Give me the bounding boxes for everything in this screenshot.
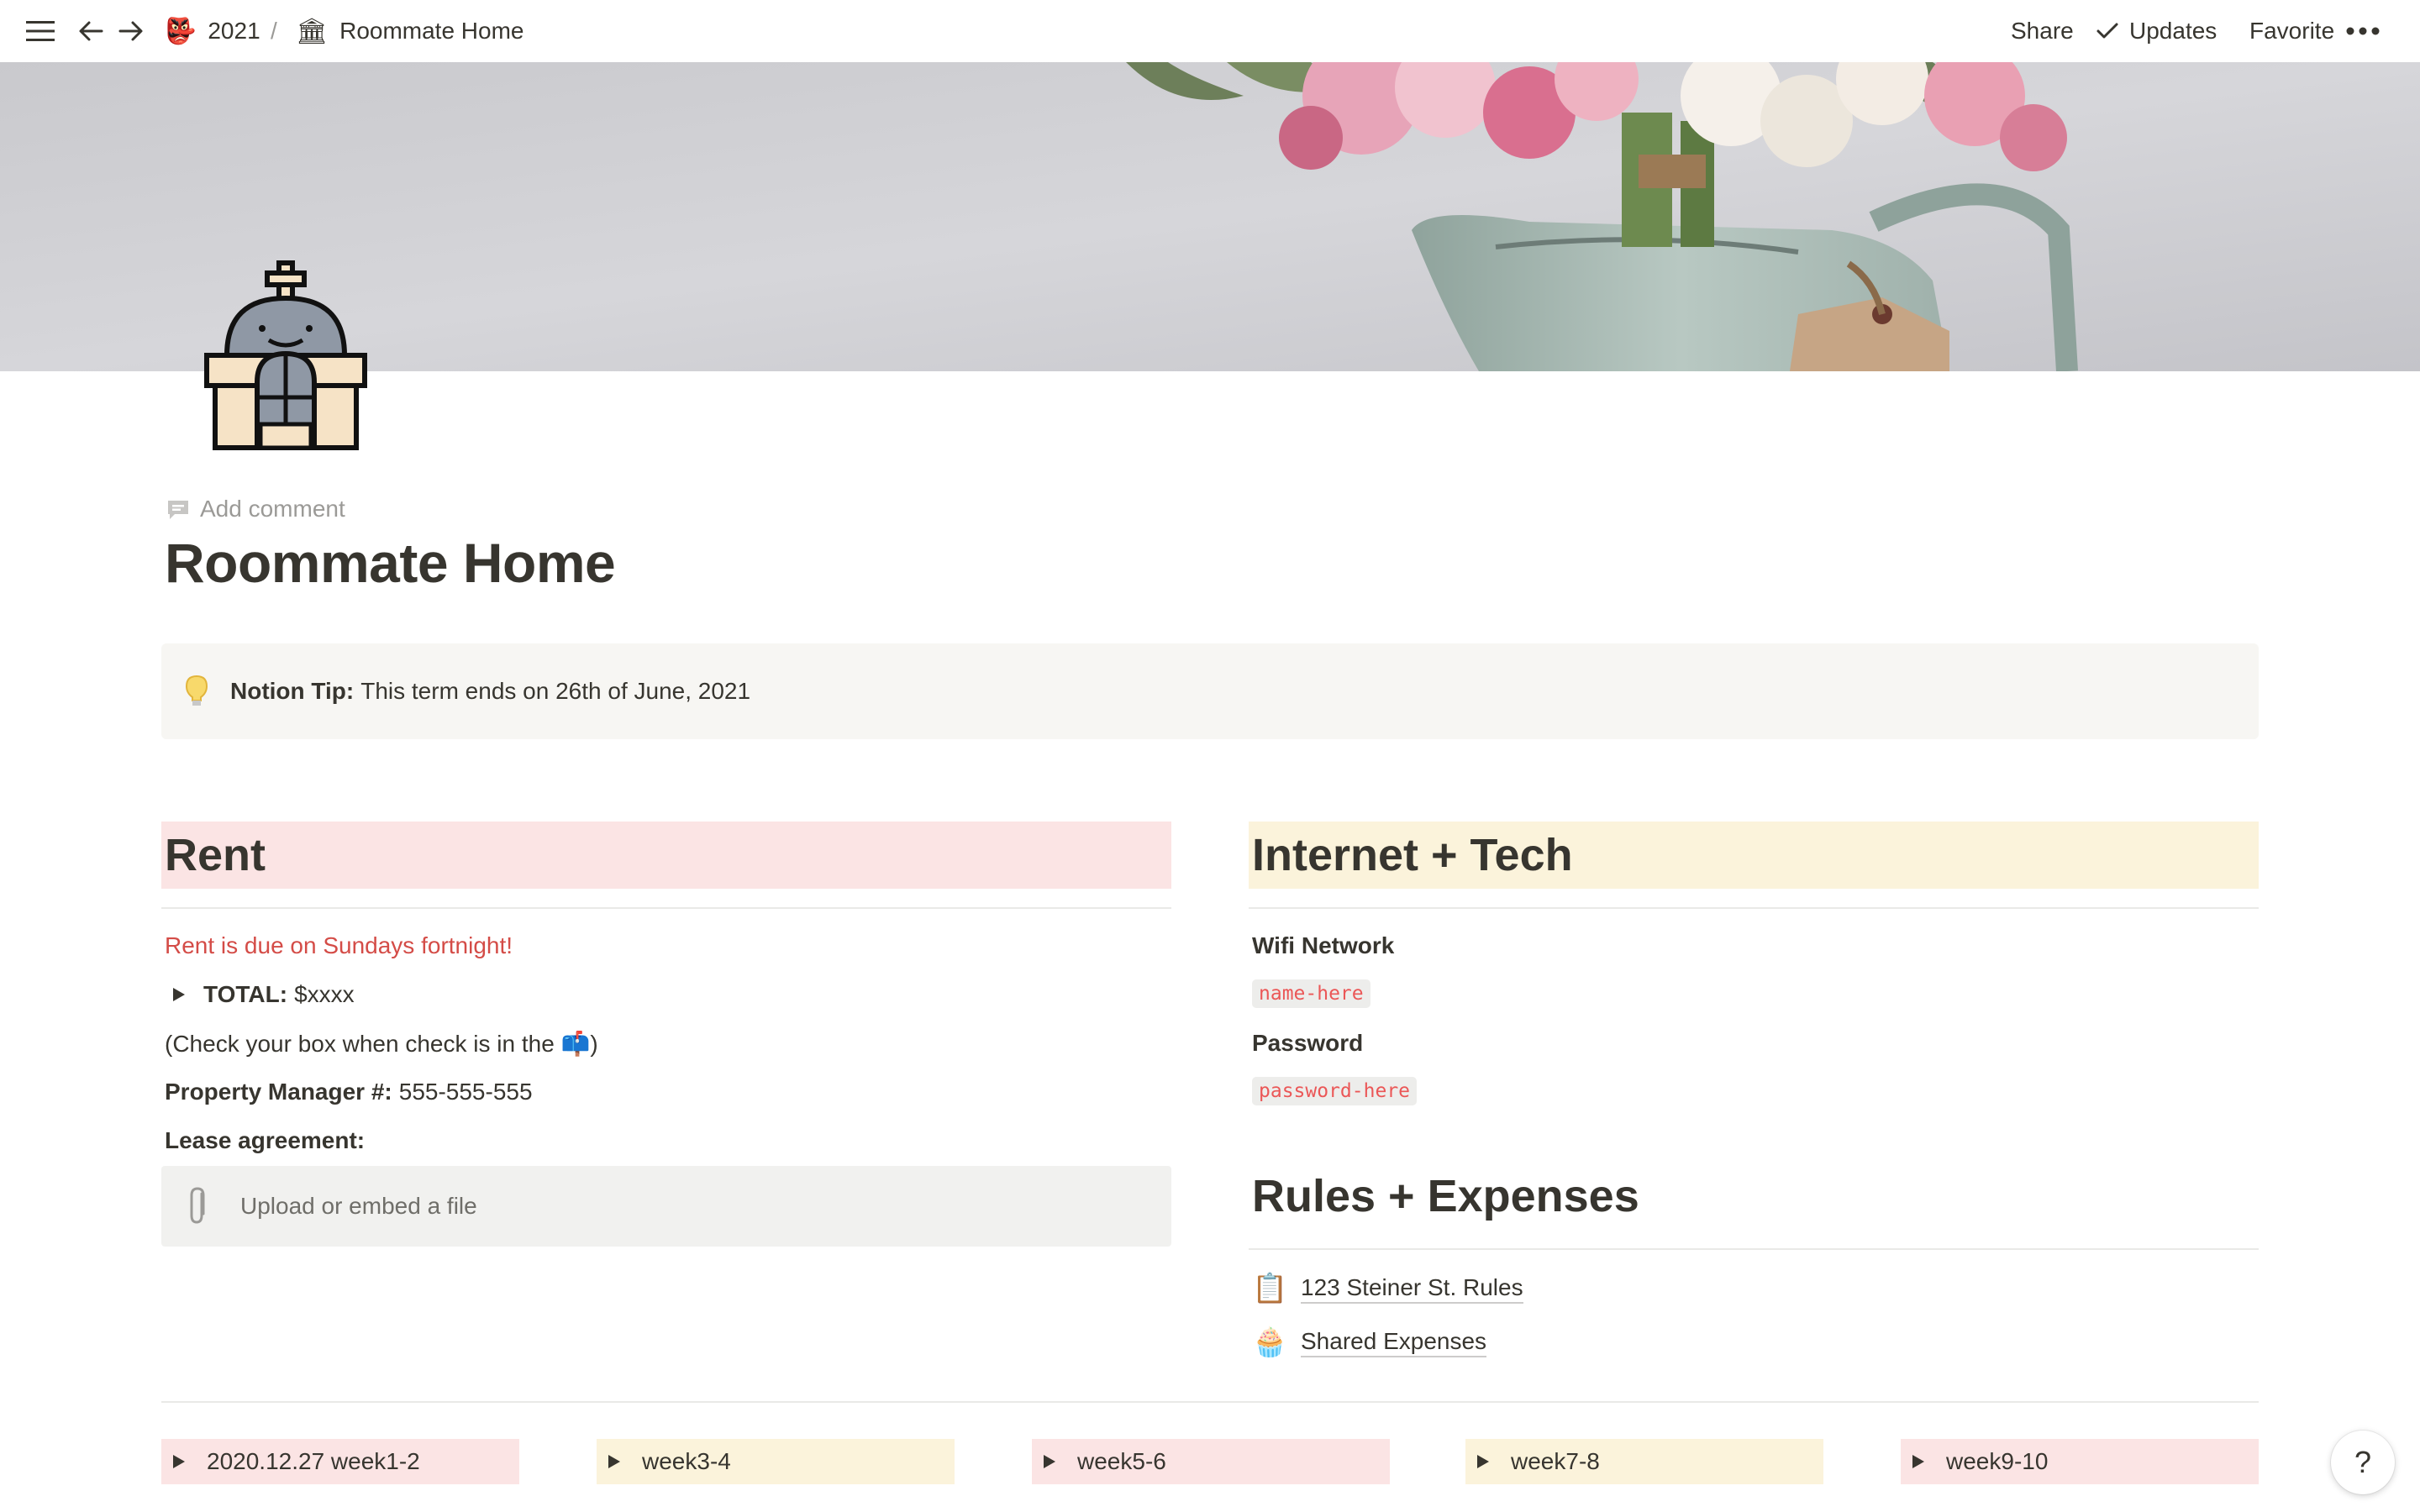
week-label: week3-4	[642, 1448, 731, 1474]
page-title[interactable]: Roommate Home	[165, 531, 616, 595]
wifi-network-label[interactable]: Wifi Network	[1252, 929, 1401, 963]
lease-label-text: Lease agreement:	[165, 1127, 366, 1153]
upload-file-block[interactable]: Upload or embed a file	[161, 1166, 1171, 1247]
internet-divider	[1249, 907, 2259, 909]
week-label: week9-10	[1946, 1448, 2049, 1474]
check-note[interactable]: (Check your box when check is in the 📫)	[165, 1026, 598, 1060]
top-bar: 👺 2021 / 🏛 Roommate Home Share Updates F…	[0, 0, 2420, 62]
password-label-text: Password	[1252, 1030, 1364, 1056]
internet-heading[interactable]: Internet + Tech	[1249, 822, 2259, 889]
updates-label: Updates	[2129, 18, 2217, 44]
updates-button[interactable]: Updates	[2096, 0, 2217, 62]
week-label: week5-6	[1077, 1448, 1166, 1474]
weeks-divider	[161, 1401, 2259, 1403]
week-toggle-5[interactable]: week9-10	[1901, 1439, 2259, 1484]
wifi-label-text: Wifi Network	[1252, 932, 1395, 958]
property-manager-value: 555-555-555	[398, 1079, 533, 1105]
add-comment-label: Add comment	[200, 496, 345, 522]
back-arrow-icon[interactable]	[74, 14, 108, 48]
clipboard-icon: 📋	[1252, 1273, 1288, 1305]
week-toggle-2[interactable]: week3-4	[597, 1439, 955, 1484]
add-comment-button[interactable]: Add comment	[165, 494, 345, 524]
breadcrumb-item-roommate-home[interactable]: 🏛 Roommate Home	[296, 0, 524, 62]
property-manager-line[interactable]: Property Manager #: 555-555-555	[165, 1075, 533, 1109]
week-toggle-4[interactable]: week7-8	[1465, 1439, 1823, 1484]
toggle-triangle-icon[interactable]	[173, 988, 185, 1001]
toggle-triangle-icon[interactable]	[1044, 1455, 1055, 1468]
toggle-triangle-icon[interactable]	[1912, 1455, 1924, 1468]
page-link-steiner-rules[interactable]: 📋 123 Steiner St. Rules	[1252, 1270, 1523, 1307]
help-button[interactable]: ?	[2331, 1431, 2395, 1494]
favorite-button[interactable]: Favorite	[2249, 0, 2334, 62]
rules-expenses-heading[interactable]: Rules + Expenses	[1252, 1163, 1639, 1230]
lightbulb-icon	[185, 675, 208, 706]
sidebar-menu-icon[interactable]	[24, 14, 57, 48]
callout-text: This term ends on 26th of June, 2021	[360, 678, 751, 704]
rent-divider	[161, 907, 1171, 909]
breadcrumb-separator: /	[271, 18, 277, 44]
rent-due-note[interactable]: Rent is due on Sundays fortnight!	[165, 929, 513, 963]
more-dots-icon	[2346, 27, 2380, 35]
total-value: $xxxx	[294, 981, 355, 1007]
page-link-label: 123 Steiner St. Rules	[1301, 1273, 1523, 1304]
page-icon-church[interactable]	[202, 256, 370, 458]
page-link-shared-expenses[interactable]: 🧁 Shared Expenses	[1252, 1324, 1487, 1361]
comment-icon	[168, 501, 188, 519]
share-button[interactable]: Share	[2011, 0, 2074, 62]
ogre-icon: 👺	[165, 17, 197, 45]
toggle-triangle-icon[interactable]	[173, 1455, 185, 1468]
paperclip-icon	[190, 1187, 205, 1224]
property-manager-label: Property Manager #:	[165, 1079, 392, 1105]
password-value[interactable]: password-here	[1252, 1077, 1418, 1105]
week-toggle-1[interactable]: 2020.12.27 week1-2	[161, 1439, 519, 1484]
rent-total-toggle[interactable]: TOTAL: $xxxx	[173, 978, 355, 1011]
toggle-triangle-icon[interactable]	[1477, 1455, 1489, 1468]
forward-arrow-icon[interactable]	[114, 14, 148, 48]
rent-heading[interactable]: Rent	[161, 822, 1171, 889]
week-toggle-3[interactable]: week5-6	[1032, 1439, 1390, 1484]
building-icon: 🏛	[296, 17, 329, 45]
notion-tip-callout[interactable]: Notion Tip: This term ends on 26th of Ju…	[161, 643, 2259, 739]
upload-label: Upload or embed a file	[240, 1193, 477, 1219]
page-link-label: Shared Expenses	[1301, 1327, 1487, 1357]
total-label: TOTAL:	[203, 981, 288, 1007]
more-options-button[interactable]	[2346, 0, 2380, 62]
week-label: week7-8	[1511, 1448, 1600, 1474]
week-label: 2020.12.27 week1-2	[207, 1448, 420, 1474]
checkmark-icon	[2096, 23, 2118, 39]
breadcrumb-label: 2021	[208, 18, 260, 44]
password-label[interactable]: Password	[1252, 1026, 1370, 1060]
callout-bold-label: Notion Tip:	[230, 678, 355, 704]
lease-agreement-label[interactable]: Lease agreement:	[165, 1124, 371, 1158]
breadcrumb-item-2021[interactable]: 👺 2021	[165, 0, 260, 62]
rules-divider	[1249, 1248, 2259, 1250]
toggle-triangle-icon[interactable]	[608, 1455, 620, 1468]
breadcrumb-label: Roommate Home	[339, 18, 524, 44]
wifi-network-value[interactable]: name-here	[1252, 979, 1370, 1008]
cupcake-icon: 🧁	[1252, 1326, 1288, 1358]
